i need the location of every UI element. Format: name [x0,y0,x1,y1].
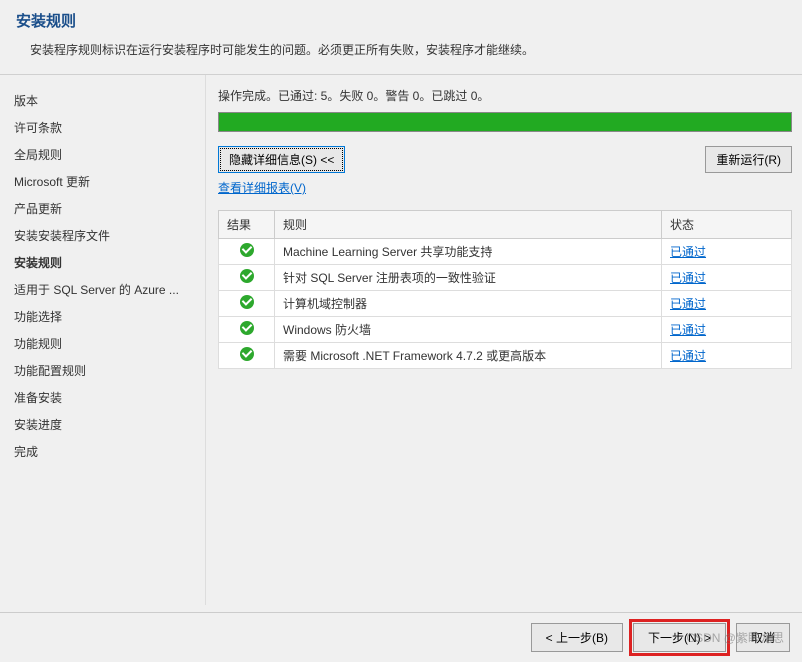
main-panel: 操作完成。已通过: 5。失败 0。警告 0。已跳过 0。 隐藏详细信息(S) <… [206,75,802,605]
page-subtitle: 安装程序规则标识在运行安装程序时可能发生的问题。必须更正所有失败，安装程序才能继… [16,41,786,58]
hide-details-button[interactable]: 隐藏详细信息(S) << [218,146,345,173]
status-link[interactable]: 已通过 [670,349,706,363]
next-highlight: 下一步(N) > [629,619,730,656]
check-icon [240,347,254,361]
sidebar-item-feature-config-rules[interactable]: 功能配置规则 [10,357,195,384]
sidebar-item-azure[interactable]: 适用于 SQL Server 的 Azure ... [10,276,195,303]
rules-table: 结果 规则 状态 Machine Learning Server 共享功能支持 … [218,210,792,369]
rerun-button[interactable]: 重新运行(R) [705,146,792,173]
result-cell [219,343,275,369]
sidebar-item-install-progress[interactable]: 安装进度 [10,411,195,438]
check-icon [240,243,254,257]
sidebar-item-microsoft-update[interactable]: Microsoft 更新 [10,168,195,195]
result-cell [219,291,275,317]
header: 安装规则 安装程序规则标识在运行安装程序时可能发生的问题。必须更正所有失败，安装… [0,0,802,75]
table-row: Windows 防火墙 已通过 [219,317,792,343]
status-text: 操作完成。已通过: 5。失败 0。警告 0。已跳过 0。 [218,87,792,104]
sidebar-item-install-rules[interactable]: 安装规则 [10,249,195,276]
table-row: 需要 Microsoft .NET Framework 4.7.2 或更高版本 … [219,343,792,369]
body: 版本 许可条款 全局规则 Microsoft 更新 产品更新 安装安装程序文件 … [0,75,802,605]
next-button[interactable]: 下一步(N) > [633,623,726,652]
status-link[interactable]: 已通过 [670,271,706,285]
rule-cell: Windows 防火墙 [275,317,662,343]
sidebar-item-complete[interactable]: 完成 [10,438,195,465]
progress-bar [218,112,792,132]
table-row: 针对 SQL Server 注册表项的一致性验证 已通过 [219,265,792,291]
view-report-link[interactable]: 查看详细报表(V) [218,179,306,196]
rule-cell: 针对 SQL Server 注册表项的一致性验证 [275,265,662,291]
col-header-rule[interactable]: 规则 [275,211,662,239]
sidebar-item-feature-rules[interactable]: 功能规则 [10,330,195,357]
result-cell [219,239,275,265]
button-row: 隐藏详细信息(S) << 重新运行(R) [218,146,792,173]
result-cell [219,265,275,291]
sidebar-item-license[interactable]: 许可条款 [10,114,195,141]
status-link[interactable]: 已通过 [670,323,706,337]
sidebar-item-install-setup-files[interactable]: 安装安装程序文件 [10,222,195,249]
table-row: Machine Learning Server 共享功能支持 已通过 [219,239,792,265]
sidebar-item-product-updates[interactable]: 产品更新 [10,195,195,222]
check-icon [240,269,254,283]
sidebar-item-version[interactable]: 版本 [10,87,195,114]
sidebar-item-global-rules[interactable]: 全局规则 [10,141,195,168]
rule-cell: 需要 Microsoft .NET Framework 4.7.2 或更高版本 [275,343,662,369]
back-button[interactable]: < 上一步(B) [531,623,623,652]
col-header-status[interactable]: 状态 [662,211,792,239]
sidebar-item-feature-selection[interactable]: 功能选择 [10,303,195,330]
status-link[interactable]: 已通过 [670,245,706,259]
check-icon [240,295,254,309]
status-link[interactable]: 已通过 [670,297,706,311]
check-icon [240,321,254,335]
col-header-result[interactable]: 结果 [219,211,275,239]
page-title: 安装规则 [16,10,786,31]
sidebar-item-ready-install[interactable]: 准备安装 [10,384,195,411]
result-cell [219,317,275,343]
rule-cell: 计算机域控制器 [275,291,662,317]
rule-cell: Machine Learning Server 共享功能支持 [275,239,662,265]
footer: < 上一步(B) 下一步(N) > 取消 [0,612,802,662]
table-row: 计算机域控制器 已通过 [219,291,792,317]
sidebar: 版本 许可条款 全局规则 Microsoft 更新 产品更新 安装安装程序文件 … [0,75,206,605]
cancel-button[interactable]: 取消 [736,623,790,652]
